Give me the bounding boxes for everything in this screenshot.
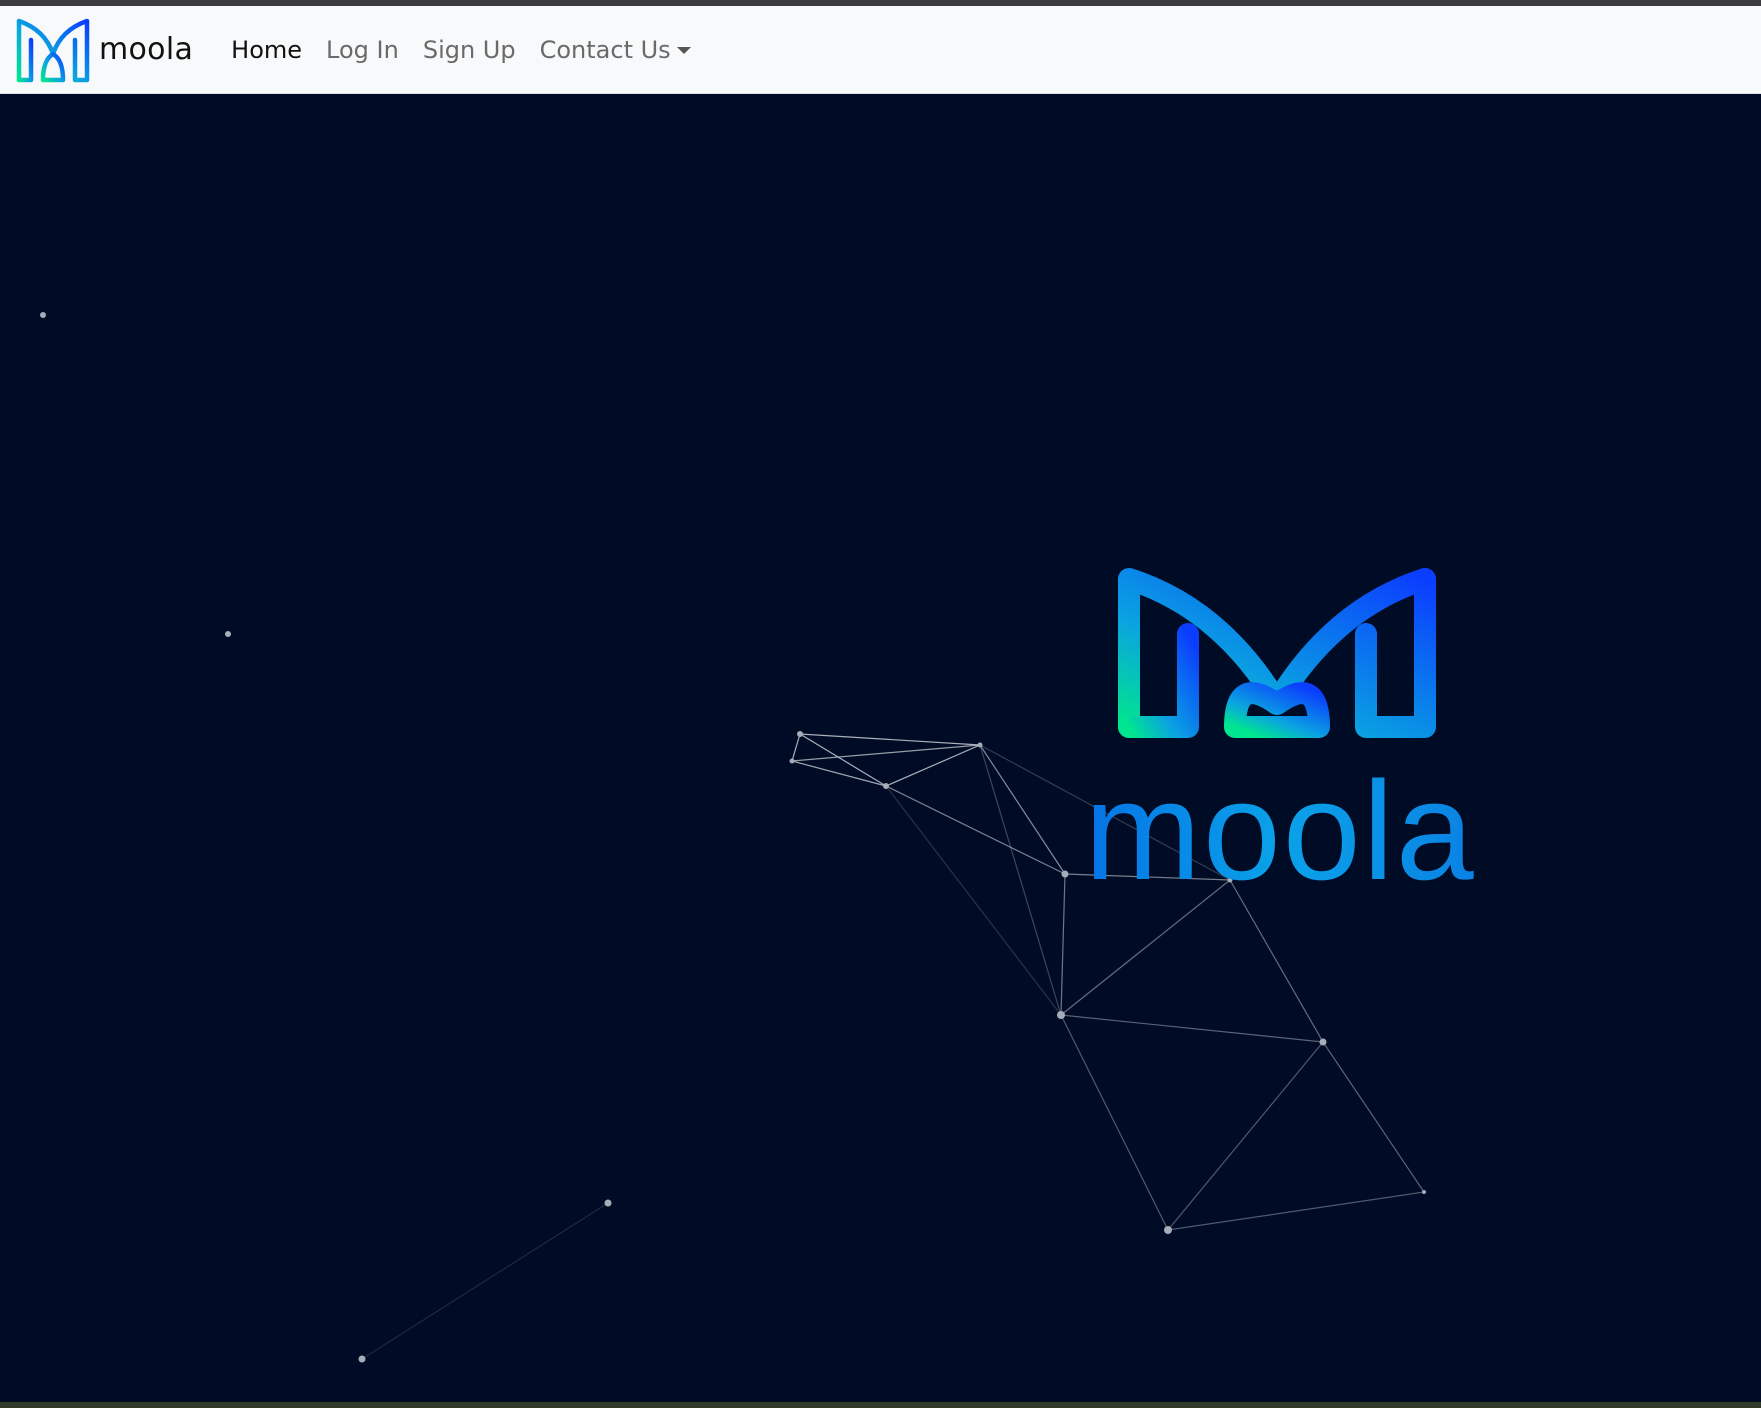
network-link <box>1167 1191 1425 1231</box>
caret-down-icon <box>676 47 691 54</box>
moola-m-logo-icon <box>1118 568 1436 738</box>
particle-dot <box>1057 1011 1065 1019</box>
nav-contact-dropdown[interactable]: Contact Us <box>528 30 703 70</box>
particle-dot <box>225 631 231 637</box>
particle-dot <box>883 783 889 789</box>
particle-dot <box>40 312 46 318</box>
network-link <box>791 733 801 762</box>
window-bottom-strip <box>0 1402 1761 1408</box>
particle-dot <box>789 758 795 764</box>
brand-name: moola <box>99 32 194 67</box>
network-link <box>799 733 887 787</box>
brand-link[interactable]: moola <box>15 16 193 84</box>
nav-contact-label: Contact Us <box>539 35 671 64</box>
network-link <box>1060 879 1231 1016</box>
network-link <box>1322 1041 1425 1193</box>
network-link <box>791 744 981 762</box>
network-link <box>885 785 1062 1016</box>
navbar: moola Home Log In Sign Up Contact Us <box>0 6 1761 94</box>
network-link <box>885 785 1066 875</box>
nav-login[interactable]: Log In <box>314 30 411 70</box>
hero-section: moola <box>0 94 1761 1402</box>
particle-dot <box>358 1355 366 1363</box>
network-link <box>791 760 887 787</box>
network-link <box>885 744 981 787</box>
network-link <box>361 1202 609 1360</box>
particle-dot <box>604 1199 612 1207</box>
network-link <box>1060 1014 1324 1043</box>
particle-dot <box>1319 1038 1327 1046</box>
network-link <box>799 733 981 746</box>
moola-hero-logo: moola <box>1084 568 1475 894</box>
nav-menu: Home Log In Sign Up Contact Us <box>219 30 703 70</box>
particle-dot <box>977 742 983 748</box>
network-link <box>1060 1014 1169 1231</box>
particle-dot <box>1164 1226 1172 1234</box>
nav-signup[interactable]: Sign Up <box>411 30 528 70</box>
hero-logo-text: moola <box>1084 752 1475 894</box>
moola-logo-icon <box>16 18 90 82</box>
network-link <box>1060 873 1066 1016</box>
nav-home[interactable]: Home <box>219 30 314 70</box>
network-link <box>1167 1041 1324 1231</box>
particle-dot <box>797 731 803 737</box>
network-link <box>1229 879 1324 1043</box>
particle-dot <box>1422 1190 1426 1194</box>
